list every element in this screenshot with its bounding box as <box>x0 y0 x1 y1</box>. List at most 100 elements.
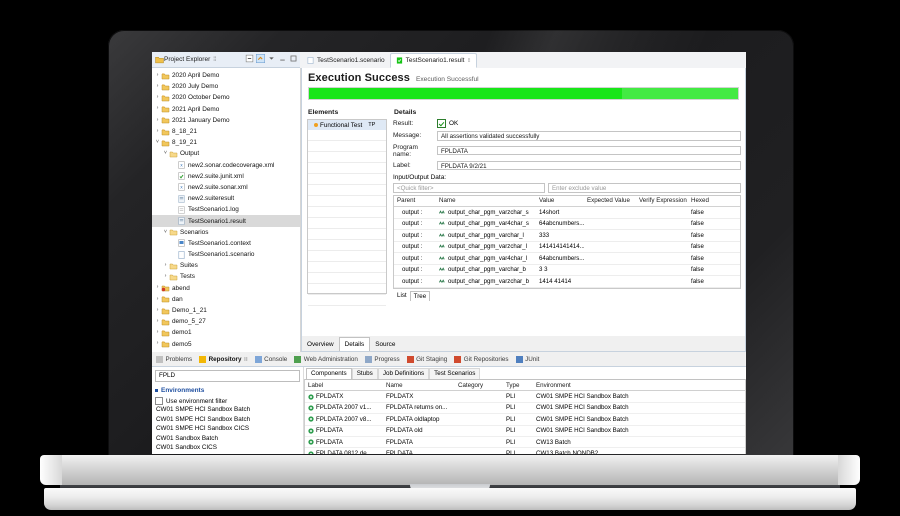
view-tab-web-administration[interactable]: Web Administration <box>294 356 358 363</box>
chevron-right-icon[interactable]: › <box>154 84 161 89</box>
io-grid-row[interactable]: output :output_char_pgm_varzchar_l141414… <box>394 242 740 254</box>
message-value[interactable]: All assertions validated successfully <box>437 131 741 141</box>
tree-item-testscenario1-log[interactable]: TestScenario1.log <box>152 204 300 215</box>
view-tab-problems[interactable]: Problems <box>156 356 192 363</box>
io-grid-row[interactable]: output :output_char_pgm_varzchar_b1414 4… <box>394 276 740 288</box>
tree-item-new2-sonar-codecoverage-xml[interactable]: xnew2.sonar.codecoverage.xml <box>152 160 300 171</box>
chevron-right-icon[interactable]: › <box>162 263 169 268</box>
repository-tab-components[interactable]: Components <box>306 368 352 379</box>
minimize-icon[interactable] <box>278 54 287 63</box>
use-environment-filter-row[interactable]: Use environment filter <box>155 397 300 405</box>
repository-tab-stubs[interactable]: Stubs <box>352 368 378 379</box>
maximize-icon[interactable] <box>289 54 298 63</box>
tree-item-demo6[interactable]: ›DEMO6 <box>152 350 300 352</box>
chevron-right-icon[interactable]: › <box>154 285 161 290</box>
io-data-grid[interactable]: ParentNameValueExpected ValueVerify Expr… <box>393 195 741 289</box>
repository-search-input[interactable]: FPLD <box>155 370 300 382</box>
io-column-header[interactable]: Verify Expression <box>636 197 688 204</box>
tree-item-demo-5-27[interactable]: ›demo_5_27 <box>152 316 300 327</box>
collapse-all-icon[interactable] <box>245 54 254 63</box>
io-column-header[interactable]: Name <box>436 197 536 204</box>
io-column-header[interactable]: Value <box>536 197 584 204</box>
view-tab-console[interactable]: Console <box>255 356 288 363</box>
environment-item[interactable]: CW01 SMPE HCI Sandbox Batch <box>155 415 300 425</box>
chevron-right-icon[interactable]: › <box>154 95 161 100</box>
tree-item-demo-1-21[interactable]: ›Demo_1_21 <box>152 305 300 316</box>
chevron-down-icon[interactable]: ˅ <box>154 140 161 145</box>
tree-item-output[interactable]: ˅Output <box>152 148 300 159</box>
repository-grid-row[interactable]: FPLDATA 2007 v1...FPLDATA returns on...P… <box>305 403 745 414</box>
checkbox-unchecked-icon[interactable] <box>155 397 163 405</box>
io-column-header[interactable]: Parent <box>394 197 436 204</box>
environment-item[interactable]: CW01 SMPE HCI Sandbox CICS <box>155 424 300 434</box>
repository-tab-test-scenarios[interactable]: Test Scenarios <box>429 368 480 379</box>
io-column-header[interactable]: Hexed <box>688 197 740 204</box>
editor-tab-result[interactable]: TestScenario1.result ⁞⁞ <box>390 53 477 68</box>
editor-tab-overview[interactable]: Overview <box>302 338 339 351</box>
tree-item-dan[interactable]: ›dan <box>152 294 300 305</box>
repository-grid-row[interactable]: FPLDATA 0812 de...FPLDATAPLICW13 Batch N… <box>305 448 745 454</box>
tree-item-tests[interactable]: ›Tests <box>152 271 300 282</box>
chevron-right-icon[interactable]: › <box>154 308 161 313</box>
tree-item-new2-suite-sonar-xml[interactable]: xnew2.suite.sonar.xml <box>152 182 300 193</box>
tree-item-2020-october-demo[interactable]: ›2020 October Demo <box>152 92 300 103</box>
view-drag-handle[interactable]: ⁞⁞ <box>244 357 248 363</box>
repository-tab-job-definitions[interactable]: Job Definitions <box>378 368 429 379</box>
view-tab-junit[interactable]: JUnit <box>516 356 540 363</box>
io-column-header[interactable]: Expected Value <box>584 197 636 204</box>
view-menu-icon[interactable] <box>267 54 276 63</box>
editor-tab-drag-handle[interactable]: ⁞⁞ <box>467 58 470 64</box>
view-tab-repository[interactable]: Repository⁞⁞ <box>199 356 248 363</box>
tree-item-testscenario1-result[interactable]: TestScenario1.result <box>152 215 300 226</box>
quick-filter-input[interactable]: <Quick filter> <box>393 183 545 193</box>
io-view-tab-tree[interactable]: Tree <box>410 291 431 301</box>
tree-item-8-18-21[interactable]: ›8_18_21 <box>152 126 300 137</box>
editor-tab-details[interactable]: Details <box>339 337 371 351</box>
chevron-right-icon[interactable]: › <box>154 73 161 78</box>
repository-grid-row[interactable]: FPLDATAFPLDATA oldPLICW01 SMPE HCI Sandb… <box>305 426 745 437</box>
environment-list[interactable]: CW01 SMPE HCI Sandbox BatchCW01 SMPE HCI… <box>155 405 300 454</box>
chevron-right-icon[interactable]: › <box>154 297 161 302</box>
repository-grid-row[interactable]: FPLDATXFPLDATXPLICW01 SMPE HCI Sandbox B… <box>305 391 745 402</box>
project-explorer-view-tab[interactable]: Project Explorer ⁞⁞ <box>152 52 300 68</box>
tree-item-2020-april-demo[interactable]: ›2020 April Demo <box>152 70 300 81</box>
element-row[interactable]: Functional TestTP <box>308 120 386 130</box>
view-tab-git-staging[interactable]: Git Staging <box>407 356 448 363</box>
exclude-value-input[interactable]: Enter exclude value <box>548 183 741 193</box>
chevron-down-icon[interactable]: ˅ <box>162 151 169 156</box>
io-grid-row[interactable]: output :output_char_pgm_varzchar_s14shor… <box>394 207 740 219</box>
elements-list[interactable]: Functional TestTP <box>307 119 387 294</box>
tree-item-suites[interactable]: ›Suites <box>152 260 300 271</box>
tree-item-scenarios[interactable]: ˅Scenarios <box>152 227 300 238</box>
tree-item-abend[interactable]: ›abend <box>152 283 300 294</box>
repository-column-header[interactable]: Environment <box>533 382 745 389</box>
project-explorer-tree-panel[interactable]: ›2020 April Demo›2020 July Demo›2020 Oct… <box>152 68 301 352</box>
chevron-right-icon[interactable]: › <box>154 118 161 123</box>
environment-item[interactable]: CW01 SMPE HCI Sandbox Batch <box>155 405 300 415</box>
editor-tab-source[interactable]: Source <box>370 338 400 351</box>
io-grid-row[interactable]: output :output_char_pgm_var4char_l64abcn… <box>394 253 740 265</box>
repository-column-header[interactable]: Category <box>455 382 503 389</box>
repository-results-grid[interactable]: LabelNameCategoryTypeEnvironmentFPLDATXF… <box>304 379 746 454</box>
tree-item-demo5[interactable]: ›demo5 <box>152 339 300 350</box>
chevron-right-icon[interactable]: › <box>154 106 161 111</box>
repository-grid-row[interactable]: FPLDATAFPLDATAPLICW13 Batch <box>305 437 745 448</box>
label-value[interactable]: FPLDATA 9/2/21 <box>437 161 741 171</box>
link-with-editor-icon[interactable] <box>256 54 265 63</box>
chevron-right-icon[interactable]: › <box>162 274 169 279</box>
editor-tab-scenario[interactable]: TestScenario1.scenario <box>302 53 390 68</box>
tree-item-2021-april-demo[interactable]: ›2021 April Demo <box>152 104 300 115</box>
tree-item-demo1[interactable]: ›demo1 <box>152 327 300 338</box>
repository-column-header[interactable]: Name <box>383 382 455 389</box>
repository-column-header[interactable]: Label <box>305 382 383 389</box>
view-tab-progress[interactable]: Progress <box>365 356 400 363</box>
io-grid-row[interactable]: output :output_char_pgm_varchar_l333fals… <box>394 230 740 242</box>
view-drag-handle[interactable]: ⁞⁞ <box>213 57 216 63</box>
tree-item-testscenario1-scenario[interactable]: TestScenario1.scenario <box>152 249 300 260</box>
repository-grid-row[interactable]: FPLDATA 2007 v8...FPLDATA oldlaptopPLICW… <box>305 414 745 425</box>
tree-item-new2-suiteresult[interactable]: new2.suiteresult <box>152 193 300 204</box>
tree-item-new2-suite-junit-xml[interactable]: new2.suite.junit.xml <box>152 171 300 182</box>
chevron-right-icon[interactable]: › <box>154 129 161 134</box>
io-grid-row[interactable]: output :output_char_pgm_varchar_b3 3fals… <box>394 265 740 277</box>
tree-item-2021-january-demo[interactable]: ›2021 January Demo <box>152 115 300 126</box>
